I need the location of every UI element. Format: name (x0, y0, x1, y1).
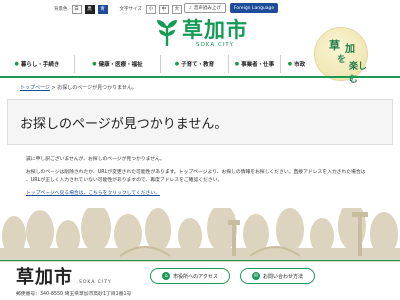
nav-item-living[interactable]: ● 暮らし・手続き (0, 55, 74, 73)
emblem-char-2: 加 (345, 44, 355, 55)
bg-blue-button[interactable]: 青 (97, 4, 108, 14)
message-paragraph-1: 誠に申し訳ございませんが、お探しのページが見つかりません。 (26, 157, 165, 162)
contact-button[interactable]: ✉ お問い合わせ方法 (240, 268, 315, 284)
foreign-language-button[interactable]: Foreign Language (229, 3, 279, 13)
message-paragraph-2b: 、URLが正しく入力されていない可能性がありますので、再度アドレスをご確認くださ… (26, 178, 223, 183)
footer-divider (0, 260, 400, 261)
breadcrumb-home-link[interactable]: トップページ (20, 85, 50, 91)
breadcrumb: トップページ > お探しのページが見つかりません。 (20, 84, 137, 91)
nav-item-childcare[interactable]: ● 子育て・教育 (160, 55, 228, 73)
page-title-box: お探しのページが見つかりません。 (7, 99, 393, 145)
nav-dot-icon: ● (174, 61, 180, 67)
utility-bar: 背景色 白 黒 青 文字サイズ 小 中 大 (54, 3, 182, 15)
global-nav: ● 暮らし・手続き ● 健康・医療・福祉 ● 子育て・教育 ● 事業者・仕事 ● 市政 (0, 55, 312, 73)
emblem-char-1: 草 (329, 39, 340, 52)
footer-address: 郵便番号：340-8550 埼玉県草加市高砂1丁目1番1号 (16, 292, 132, 297)
nav-item-government[interactable]: ● 市政 (280, 55, 312, 73)
voice-reader-button[interactable]: ♪ 音声読み上げ (184, 3, 226, 13)
nav-divider (0, 76, 400, 78)
top-page-link[interactable]: トップページへ戻る場合は、こちらをクリックしてください。 (26, 189, 160, 196)
nav-item-business[interactable]: ● 事業者・仕事 (228, 55, 280, 73)
voice-reader-label: 音声読み上げ (193, 6, 221, 11)
footer-logo-title: 草加市 (16, 267, 73, 288)
nav-dot-icon: ● (234, 61, 240, 67)
font-size-label: 文字サイズ (119, 7, 142, 12)
city-emblem-badge[interactable]: 草 加 を 楽しむ (314, 27, 368, 85)
font-large-button[interactable]: 大 (171, 4, 182, 14)
message-paragraph-2a: お探しのページは削除されたか、URLが変更された可能性があります。トップページよ… (26, 170, 366, 175)
contact-label: お問い合わせ方法 (262, 273, 303, 280)
footer-logo: 草加市 SOKA CITY (16, 263, 112, 289)
logo-subtitle: SOKA CITY (195, 41, 235, 48)
access-label: 市役所へのアクセス (173, 273, 218, 280)
nav-dot-icon: ● (14, 61, 19, 67)
emblem-char-4: 楽しむ (349, 62, 368, 85)
footer-logo-subtitle: SOKA CITY (79, 280, 112, 285)
site-logo[interactable]: 草加市 SOKA CITY (155, 18, 248, 48)
nav-item-label: 子育て・教育 (181, 62, 215, 68)
landscape-illustration (0, 208, 400, 262)
nav-item-health[interactable]: ● 健康・医療・福祉 (74, 55, 160, 73)
bg-color-label: 背景色 (54, 7, 68, 12)
access-button[interactable]: ⌂ 市役所へのアクセス (150, 268, 230, 284)
nav-dot-icon: ● (287, 61, 293, 67)
page-title: お探しのページが見つかりません。 (20, 116, 228, 132)
nav-item-label: 健康・医療・福祉 (98, 62, 143, 68)
building-icon: ⌂ (162, 272, 171, 280)
speaker-icon: ♪ (189, 5, 192, 11)
breadcrumb-current: お探しのページが見つかりません。 (57, 85, 138, 91)
emblem-char-3: を (337, 55, 347, 65)
bg-white-button[interactable]: 白 (71, 4, 82, 14)
logo-title: 草加市 (182, 16, 248, 42)
nav-item-label: 暮らし・手続き (20, 62, 60, 68)
font-small-button[interactable]: 小 (145, 4, 156, 14)
leaf-mark-icon (157, 20, 177, 47)
nav-item-label: 事業者・仕事 (241, 62, 275, 68)
nav-dot-icon: ● (92, 61, 97, 67)
mail-icon: ✉ (251, 272, 260, 280)
font-medium-button[interactable]: 中 (158, 4, 169, 14)
utility-right: ♪ 音声読み上げ Foreign Language (184, 3, 279, 13)
nav-item-label: 市政 (294, 62, 306, 68)
bg-black-button[interactable]: 黒 (84, 4, 95, 14)
